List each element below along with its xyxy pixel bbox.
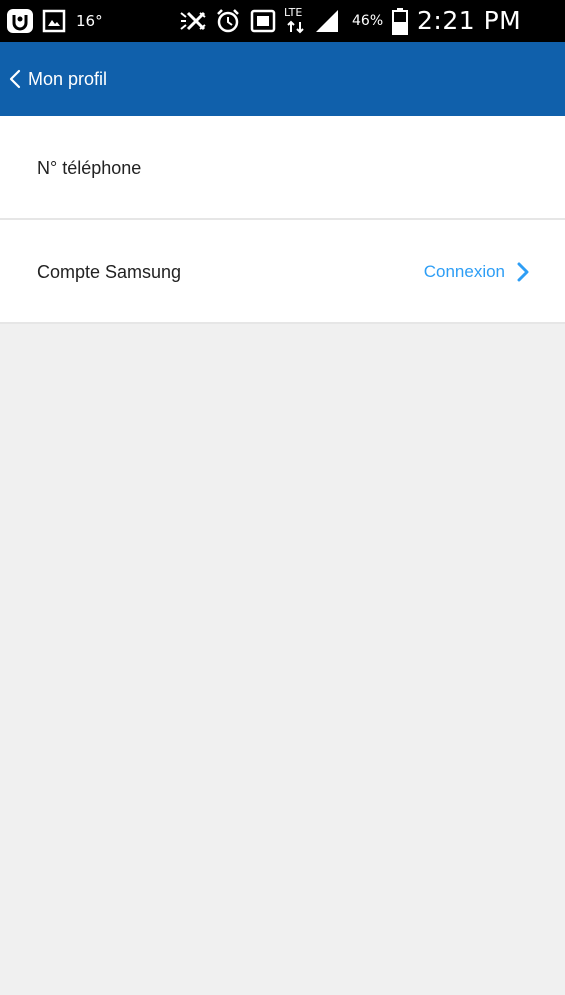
battery-icon [392,7,408,35]
connection-label: Connexion [423,262,505,281]
lte-icon: LTE [282,6,310,36]
app-bar: Mon profil [0,42,565,116]
divider [0,322,565,324]
phone-number-label: N° téléphone [37,157,142,178]
samsung-account-label: Compte Samsung [37,261,182,282]
signal-icon [314,8,340,34]
chevron-right-icon [517,262,529,282]
phone-number-item[interactable]: N° téléphone [0,116,565,220]
nfc-icon [250,8,276,34]
temperature-text: 16° [76,12,103,30]
lte-text: LTE [284,6,303,19]
alarm-icon [215,7,241,35]
clock-text: 2:21 PM [417,6,522,35]
mute-icon [178,9,208,33]
status-bar: 16° LTE 46% 2:21 PM [0,0,565,42]
back-button[interactable]: Mon profil [0,42,119,116]
chevron-left-icon [9,69,21,89]
connection-link[interactable]: Connexion [424,262,529,282]
battery-percent-text: 46% [352,13,384,29]
app-notification-icon [6,8,34,34]
settings-list: N° téléphone Compte Samsung Connexion [0,116,565,324]
samsung-account-item[interactable]: Compte Samsung Connexion [0,220,565,324]
page-title: Mon profil [28,68,108,89]
gallery-icon [42,9,66,33]
